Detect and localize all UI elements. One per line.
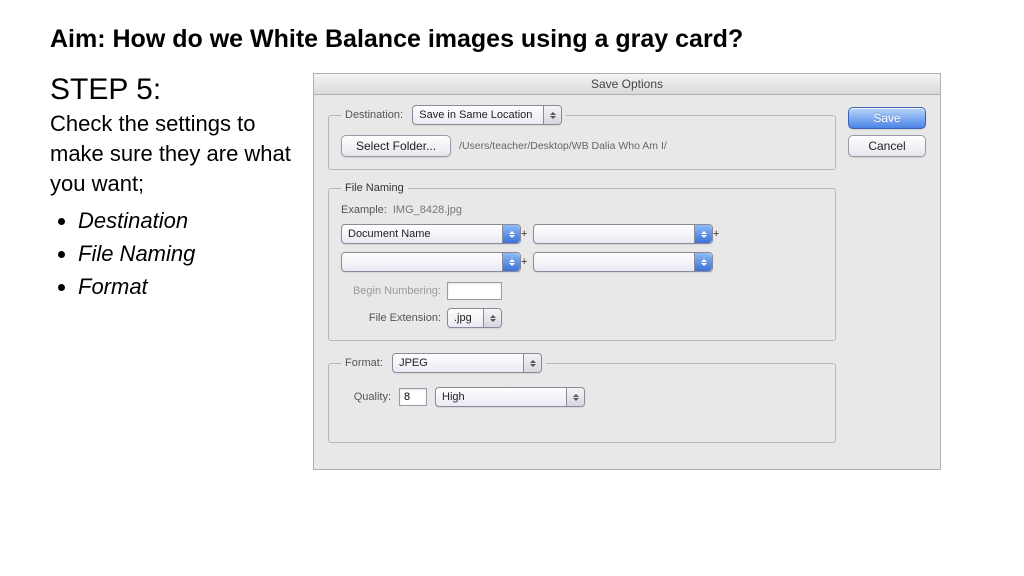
- quality-preset-value: High: [442, 391, 465, 403]
- plus-icon: +: [521, 256, 533, 268]
- destination-group: Destination: Save in Same Location Selec…: [328, 105, 836, 170]
- destination-mode-value: Save in Same Location: [419, 109, 532, 121]
- save-options-dialog: Save Options Destination: Save in Same L…: [313, 73, 941, 470]
- file-extension-value: .jpg: [454, 312, 472, 324]
- file-extension-label: File Extension:: [341, 312, 441, 324]
- bullet-format: Format: [78, 270, 305, 303]
- plus-icon: +: [713, 228, 725, 240]
- plus-icon: +: [521, 228, 533, 240]
- updown-icon: [543, 106, 561, 124]
- quality-preset-select[interactable]: High: [435, 387, 585, 407]
- select-folder-button[interactable]: Select Folder...: [341, 135, 451, 157]
- begin-numbering-label: Begin Numbering:: [341, 285, 441, 297]
- updown-icon: [502, 225, 520, 243]
- file-naming-group: File Naming Example: IMG_8428.jpg Docume…: [328, 182, 836, 341]
- updown-icon: [566, 388, 584, 406]
- dialog-title: Save Options: [314, 74, 940, 95]
- begin-numbering-input[interactable]: [447, 282, 502, 300]
- file-extension-select[interactable]: .jpg: [447, 308, 502, 328]
- step-bullets: Destination File Naming Format: [50, 204, 305, 303]
- updown-icon: [483, 309, 501, 327]
- naming-slot-4[interactable]: [533, 252, 713, 272]
- bullet-destination: Destination: [78, 204, 305, 237]
- updown-icon: [523, 354, 541, 372]
- step-title: STEP 5:: [50, 73, 305, 107]
- updown-icon: [694, 253, 712, 271]
- file-naming-legend: File Naming: [341, 182, 408, 194]
- format-select[interactable]: JPEG: [392, 353, 542, 373]
- aim-heading: Aim: How do we White Balance images usin…: [50, 24, 974, 55]
- cancel-button[interactable]: Cancel: [848, 135, 926, 157]
- example-value: IMG_8428.jpg: [393, 204, 462, 216]
- format-label: Format:: [345, 357, 383, 369]
- format-group: Format: JPEG Quality: High: [328, 353, 836, 443]
- format-value: JPEG: [399, 357, 428, 369]
- step-description: Check the settings to make sure they are…: [50, 109, 305, 198]
- naming-slot-2[interactable]: [533, 224, 713, 244]
- destination-label: Destination:: [345, 109, 403, 121]
- destination-mode-select[interactable]: Save in Same Location: [412, 105, 562, 125]
- example-label: Example:: [341, 204, 387, 216]
- save-button[interactable]: Save: [848, 107, 926, 129]
- destination-path: /Users/teacher/Desktop/WB Dalia Who Am I…: [459, 140, 667, 152]
- quality-input[interactable]: [399, 388, 427, 406]
- bullet-file-naming: File Naming: [78, 237, 305, 270]
- updown-icon: [502, 253, 520, 271]
- quality-label: Quality:: [341, 391, 391, 403]
- naming-slot-1-value: Document Name: [348, 228, 431, 240]
- naming-slot-3[interactable]: [341, 252, 521, 272]
- updown-icon: [694, 225, 712, 243]
- naming-slot-1[interactable]: Document Name: [341, 224, 521, 244]
